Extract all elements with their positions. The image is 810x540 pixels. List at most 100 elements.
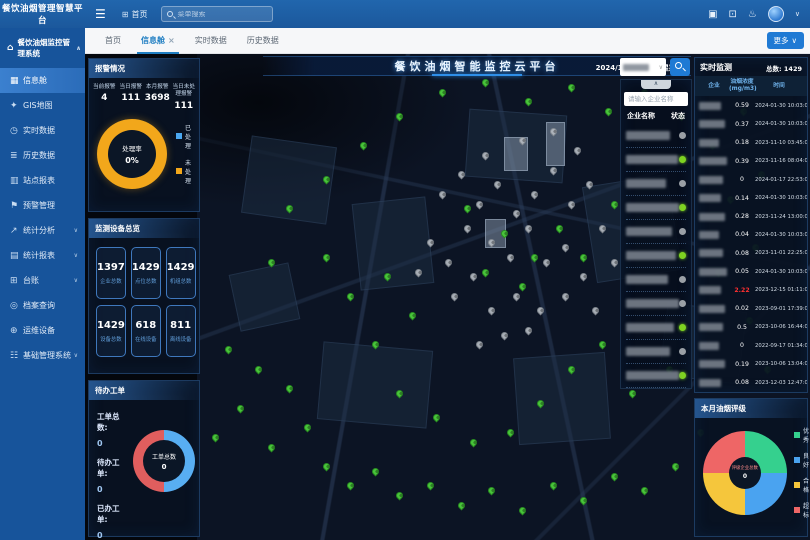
realtime-row[interactable]: 0.02 2023-09-01 17:39:00	[695, 300, 807, 318]
home-icon: ⌂	[7, 43, 13, 53]
grid-icon: ⊞	[122, 10, 129, 19]
sidebar-item[interactable]: ≣ 历史数据	[0, 143, 85, 168]
column-company-name: 企业名称	[627, 111, 655, 121]
close-icon[interactable]: ×	[168, 36, 175, 45]
company-row[interactable]	[626, 244, 686, 268]
company-row[interactable]	[626, 340, 686, 364]
realtime-row[interactable]: 0.05 2024-01-30 10:03:00	[695, 263, 807, 281]
theme-icon[interactable]: ♨	[748, 9, 757, 20]
company-row[interactable]	[626, 196, 686, 220]
sidebar-item[interactable]: ▦ 信息舱	[0, 68, 85, 93]
menu-search-input[interactable]	[177, 11, 267, 18]
concentration-value: 0.39	[729, 158, 755, 165]
realtime-row[interactable]: 2.22 2023-12-15 01:11:00	[695, 281, 807, 299]
sidebar-item[interactable]: ↗ 统计分析∨	[0, 218, 85, 243]
sidebar-item-label: 预警管理	[23, 200, 55, 211]
breadcrumb[interactable]: ⊞ 首页	[122, 9, 148, 20]
realtime-row[interactable]: 0.08 2023-12-03 12:47:00	[695, 374, 807, 392]
redacted-company-name	[699, 176, 723, 184]
concentration-value: 0.08	[729, 379, 755, 386]
process-rate-donut: 处理率 0%	[97, 119, 167, 189]
concentration-value: 0	[729, 342, 755, 349]
redacted-company-name	[699, 268, 727, 276]
chevron-down-icon: ∨	[74, 277, 85, 284]
tab-历史数据[interactable]: 历史数据	[247, 28, 279, 54]
device-stat-box: 811离线设备	[166, 305, 196, 357]
realtime-row[interactable]: 0.08 2023-11-01 22:25:00	[695, 244, 807, 262]
company-row[interactable]	[626, 148, 686, 172]
company-row[interactable]	[626, 316, 686, 340]
header-icons: ▣ ⊡ ♨ ∨	[708, 6, 810, 22]
status-dot	[679, 300, 686, 307]
basic-management-icon: ☷	[10, 351, 23, 361]
workorder-donut: 工单总数 0	[133, 430, 195, 492]
chevron-down-icon: ∨	[659, 64, 663, 71]
realtime-row[interactable]: 0.5 2023-10-06 16:44:00	[695, 318, 807, 336]
company-row[interactable]	[626, 124, 686, 148]
tab-label: 历史数据	[247, 35, 279, 46]
workorder-panel-title: 待办工单	[89, 381, 199, 400]
company-row[interactable]	[626, 172, 686, 196]
realtime-row[interactable]: 0.39 2023-11-16 08:04:00	[695, 152, 807, 170]
menu-search-box[interactable]	[161, 6, 273, 22]
status-dot	[679, 324, 686, 331]
company-row[interactable]	[626, 292, 686, 316]
sidebar-item[interactable]: ⊞ 台账∨	[0, 268, 85, 293]
sidebar-item-label: 信息舱	[23, 75, 47, 86]
redacted-company-name	[699, 157, 727, 165]
realtime-row[interactable]: 0.28 2023-11-24 13:00:00	[695, 207, 807, 225]
company-row[interactable]	[626, 220, 686, 244]
device-stat-box: 1429点位总数	[131, 247, 161, 299]
collapse-tab[interactable]: ∧	[641, 80, 671, 89]
tab-实时数据[interactable]: 实时数据	[195, 28, 227, 54]
sidebar-item[interactable]: ◎ 档案查询	[0, 293, 85, 318]
sidebar-item[interactable]: ▥ 站点报表	[0, 168, 85, 193]
redacted-company-name	[626, 155, 678, 164]
status-dot	[679, 228, 686, 235]
sidebar-item[interactable]: ▤ 统计报表∨	[0, 243, 85, 268]
realtime-row[interactable]: 0.14 2024-01-30 10:03:00	[695, 189, 807, 207]
more-button[interactable]: 更多∨	[767, 32, 805, 49]
device-stat-box: 1429机组总数	[166, 247, 196, 299]
realtime-data-icon: ◷	[10, 126, 23, 136]
company-row[interactable]	[626, 268, 686, 292]
company-name-input[interactable]	[624, 92, 688, 106]
hamburger-menu-icon[interactable]: ☰	[95, 7, 106, 21]
realtime-row[interactable]: 0.37 2024-01-30 10:03:00	[695, 115, 807, 133]
sidebar-item[interactable]: ☷ 基础管理系统∨	[0, 343, 85, 368]
company-select[interactable]: ∨	[620, 58, 666, 76]
sidebar-item[interactable]: ⊕ 运维设备	[0, 318, 85, 343]
tab-首页[interactable]: 首页	[105, 28, 121, 54]
status-dot	[679, 180, 686, 187]
company-list-panel: ∧ 企业名称 状态	[620, 79, 692, 389]
tab-信息舱[interactable]: 信息舱×	[141, 28, 175, 54]
concentration-value: 2.22	[729, 287, 755, 294]
sidebar-item[interactable]: ✦ GIS地图	[0, 93, 85, 118]
company-search-button[interactable]	[670, 58, 690, 76]
site-report-icon: ▥	[10, 176, 23, 186]
status-dot	[679, 348, 686, 355]
sidebar-item[interactable]: ◷ 实时数据	[0, 118, 85, 143]
sidebar-item-label: 历史数据	[23, 150, 55, 161]
badge-icon[interactable]: ▣	[708, 9, 717, 20]
realtime-row[interactable]: 0.04 2024-01-30 10:03:00	[695, 226, 807, 244]
column-concentration: 油烟浓度(mg/m3)	[729, 79, 755, 93]
realtime-row[interactable]: 0 2022-09-17 01:34:00	[695, 337, 807, 355]
donut-center-label: 评级企业总数	[732, 465, 758, 471]
realtime-total: 总数: 1429	[766, 63, 802, 73]
sidebar-group-header[interactable]: ⌂ 餐饮油烟监控管理系统 ∧	[0, 28, 85, 68]
realtime-row[interactable]: 0.18 2023-11-10 03:45:00	[695, 133, 807, 151]
redacted-company-name	[626, 275, 668, 284]
realtime-row[interactable]: 0.59 2024-01-30 10:03:00	[695, 96, 807, 114]
legend-swatch	[794, 457, 800, 463]
realtime-row[interactable]: 0.19 2023-10-06 13:04:00	[695, 355, 807, 373]
chevron-down-icon: ∨	[74, 352, 85, 359]
device-overview-panel: 监测设备总览 1397企业总数1429点位总数1429机组总数1429设备总数6…	[88, 218, 200, 374]
fullscreen-icon[interactable]: ⊡	[729, 9, 737, 20]
company-row[interactable]	[626, 364, 686, 388]
realtime-row[interactable]: 0 2024-01-17 22:53:00	[695, 170, 807, 188]
workorder-stat: 待办工单:0	[97, 448, 127, 494]
avatar[interactable]	[768, 6, 784, 22]
sidebar-item[interactable]: ⚑ 预警管理	[0, 193, 85, 218]
chevron-down-icon[interactable]: ∨	[795, 10, 800, 18]
